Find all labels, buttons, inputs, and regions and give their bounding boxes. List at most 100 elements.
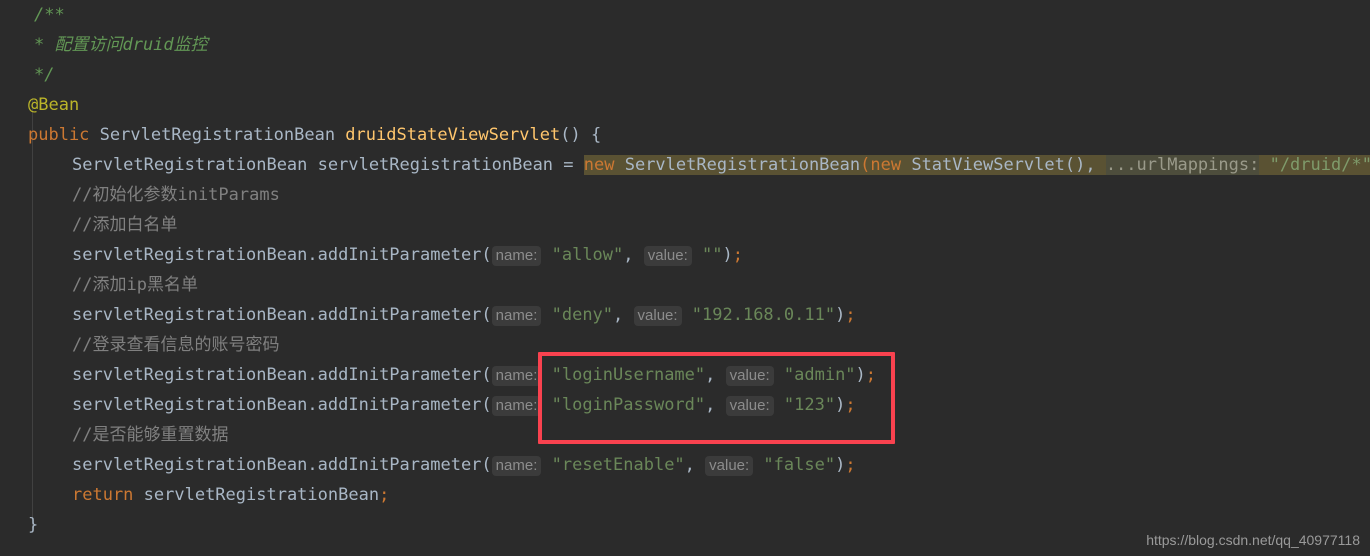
code-token: . [307,245,318,265]
code-token: return [72,485,144,505]
selection-highlight: new ServletRegistrationBean(new StatView… [583,155,1370,175]
code-token: ( [481,305,492,325]
code-token: ) [835,455,846,475]
code-token: ServletRegistrationBean [624,155,861,175]
code-token: ( [860,155,871,175]
code-token: ( [481,455,492,475]
code-token: () { [560,125,602,145]
code-token: servletRegistrationBean [72,245,308,265]
code-token: //添加白名单 [72,215,178,235]
code-token: druidStateViewServlet [345,125,561,145]
parameter-hint: name: [491,456,542,476]
code-token: = [563,155,584,175]
code-token: addInitParameter [317,455,482,475]
code-token: , [684,455,706,475]
code-token: * 配置访问druid监控 [34,35,208,55]
code-line[interactable]: //是否能够重置数据 [0,420,1370,450]
code-token: addInitParameter [317,305,482,325]
code-token: */ [34,65,55,85]
code-token: public [28,125,100,145]
code-token: servletRegistrationBean [72,455,308,475]
parameter-hint: value: [633,306,682,326]
code-line[interactable]: servletRegistrationBean.addInitParameter… [0,390,1370,420]
code-token: ; [845,455,856,475]
code-token: servletRegistrationBean [143,485,380,505]
source-watermark: https://blog.csdn.net/qq_40977118 [1146,532,1360,548]
code-line[interactable]: servletRegistrationBean.addInitParameter… [0,300,1370,330]
code-token: ; [845,305,856,325]
code-content-area[interactable]: /** * 配置访问druid监控 */ @Bean public ServletReg… [0,0,1370,540]
code-line[interactable]: * 配置访问druid监控 [0,30,1370,60]
code-line[interactable]: //添加白名单 [0,210,1370,240]
code-token: "loginPassword" [541,395,706,415]
code-token: ; [865,365,877,385]
code-token: ) [722,245,733,265]
parameter-hint: name: [491,306,542,326]
code-editor-screenshot: /** * 配置访问druid监控 */ @Bean public ServletReg… [0,0,1370,556]
code-token: "123" [773,395,836,415]
code-token: servletRegistrationBean [317,155,564,175]
code-line[interactable]: //登录查看信息的账号密码 [0,330,1370,360]
code-token: "allow" [541,245,624,265]
code-token: ( [481,245,492,265]
parameter-hint: name: [491,396,542,416]
code-token: ServletRegistrationBean [72,155,318,175]
code-line[interactable]: servletRegistrationBean.addInitParameter… [0,240,1370,270]
parameter-hint: name: [491,246,542,266]
code-token: ) [835,305,846,325]
code-line[interactable]: ServletRegistrationBean servletRegistrat… [0,150,1370,180]
code-line[interactable]: servletRegistrationBean.addInitParameter… [0,450,1370,480]
code-token: ) [835,395,846,415]
code-token: @Bean [28,95,80,115]
code-token: ; [379,485,390,505]
code-token: StatViewServlet [911,155,1065,175]
code-token: "false" [753,455,836,475]
code-token: . [307,455,318,475]
code-token: servletRegistrationBean [72,365,308,385]
code-token: (), [1064,155,1106,175]
code-token: . [307,365,318,385]
code-token: servletRegistrationBean [72,305,308,325]
parameter-hint: ...urlMappings: [1105,155,1260,175]
code-token: servletRegistrationBean [72,395,308,415]
code-token: ; [845,395,856,415]
code-token: "admin" [773,365,856,385]
code-token: "" [691,245,723,265]
code-token: addInitParameter [317,245,482,265]
code-line[interactable]: servletRegistrationBean.addInitParameter… [0,360,1370,390]
code-token: //是否能够重置数据 [72,425,229,445]
code-token: ServletRegistrationBean [99,125,346,145]
code-token: new [583,155,625,175]
code-line[interactable]: /** [0,0,1370,30]
code-token: addInitParameter [317,395,482,415]
code-token: addInitParameter [317,365,482,385]
code-line[interactable]: //添加ip黑名单 [0,270,1370,300]
code-token: . [307,395,318,415]
parameter-hint: value: [725,366,774,386]
code-token: new [870,155,912,175]
code-token: } [28,515,39,535]
code-token: //登录查看信息的账号密码 [72,335,280,355]
code-token: "loginUsername" [541,365,706,385]
code-token: , [613,305,634,325]
code-line[interactable]: @Bean [0,90,1370,120]
code-token: "deny" [541,305,614,325]
code-token: "192.168.0.11" [681,305,836,325]
code-line[interactable]: */ [0,60,1370,90]
code-token: , [705,395,726,415]
code-line[interactable]: //初始化参数initParams [0,180,1370,210]
code-token: . [307,305,318,325]
code-token: ( [481,395,492,415]
code-token: //初始化参数initParams [72,185,280,205]
code-token: ; [732,245,743,265]
code-token: ( [481,365,492,385]
code-token: "resetEnable" [541,455,685,475]
parameter-hint: value: [705,456,754,476]
code-line[interactable]: public ServletRegistrationBean druidStat… [0,120,1370,150]
parameter-hint: name: [491,366,542,386]
parameter-hint: value: [725,396,774,416]
code-token: ) [855,365,866,385]
code-line[interactable]: return servletRegistrationBean; [0,480,1370,510]
code-token: /** [34,5,65,25]
code-token: , [705,365,726,385]
